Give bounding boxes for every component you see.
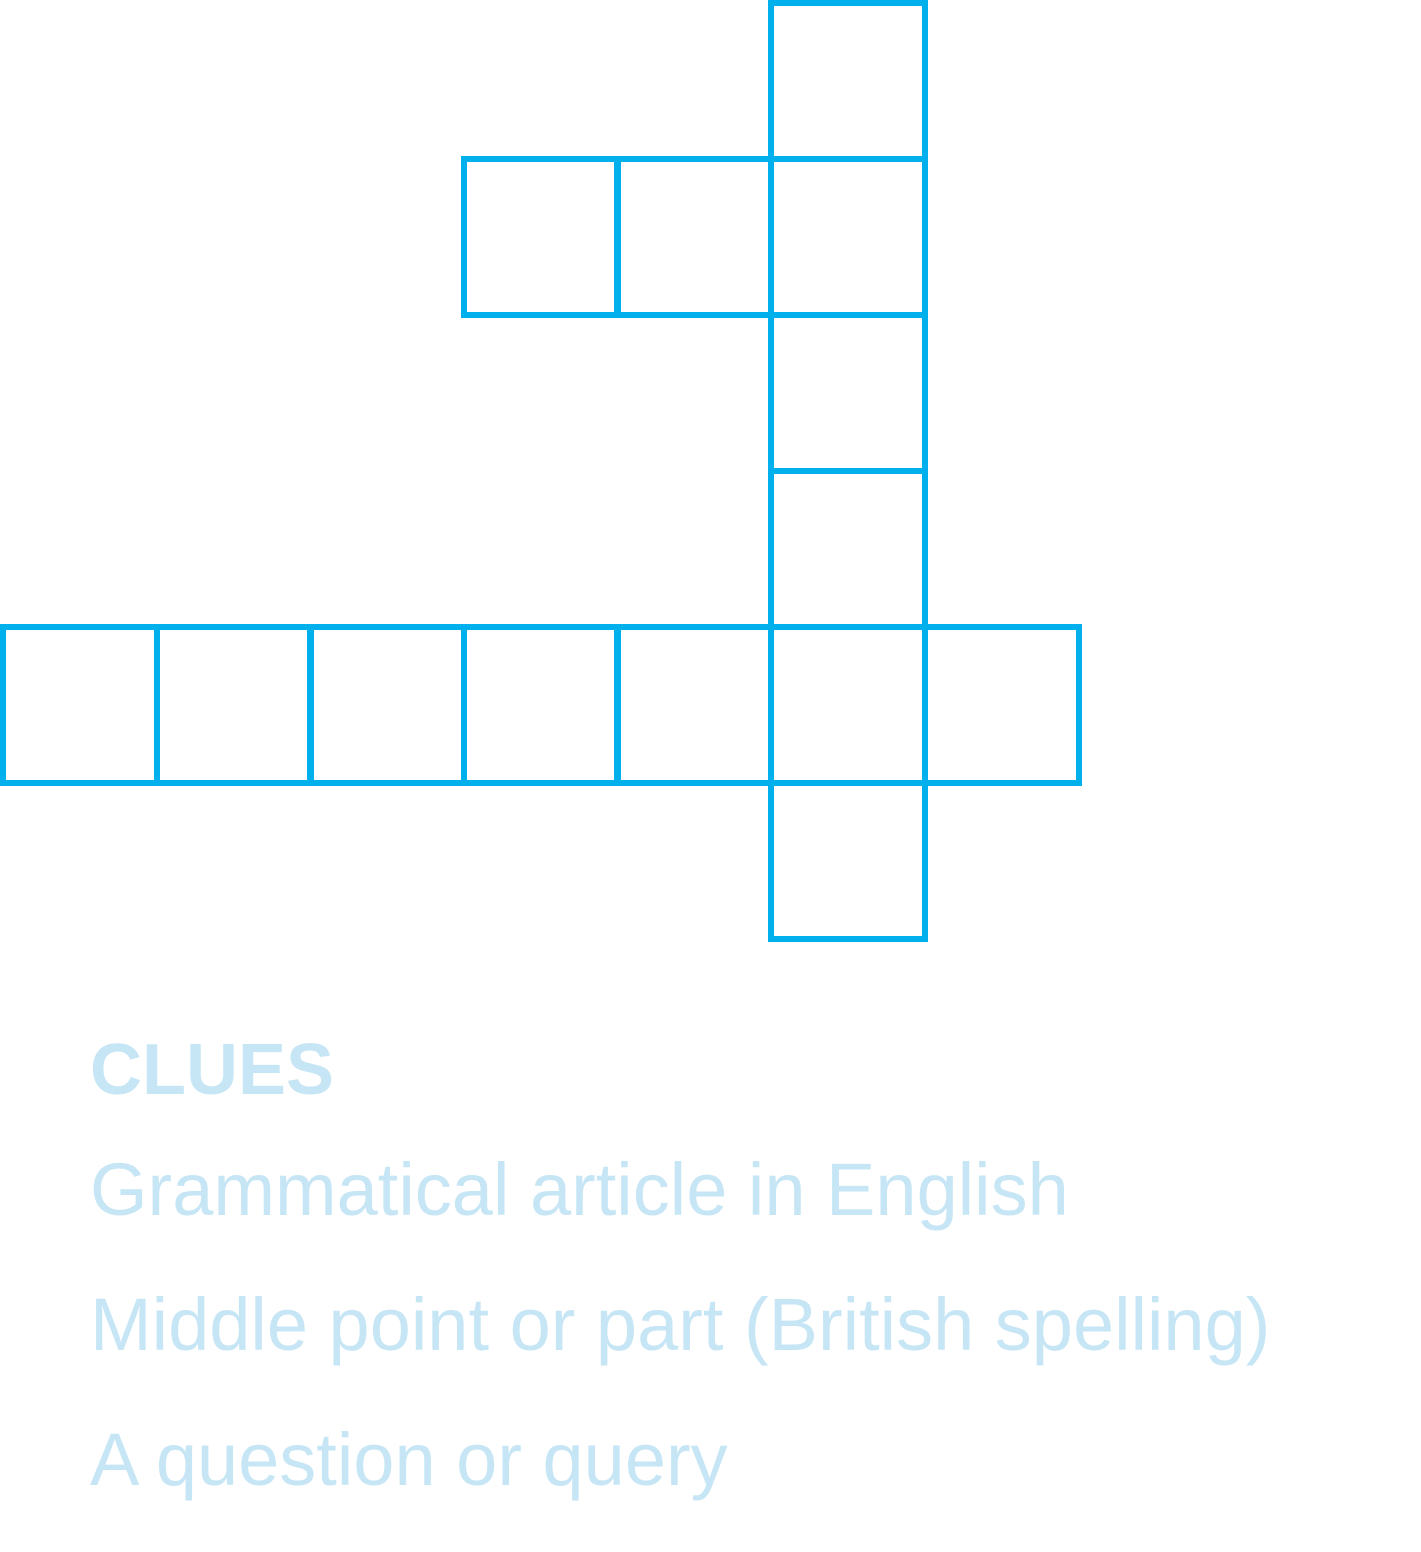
crossword-cell[interactable] xyxy=(768,780,928,942)
crossword-cell[interactable] xyxy=(768,0,928,162)
crossword-cell[interactable] xyxy=(461,156,621,318)
clue-1: Grammatical article in English xyxy=(90,1148,1069,1231)
crossword-cell[interactable] xyxy=(0,624,160,786)
clues-heading: CLUES xyxy=(90,1030,335,1110)
crossword-cell[interactable] xyxy=(768,312,928,474)
crossword-cell[interactable] xyxy=(768,468,928,630)
crossword-cell[interactable] xyxy=(768,624,928,786)
clue-2: Middle point or part (British spelling) xyxy=(90,1283,1271,1366)
clues-panel: CLUES Grammatical article in English Mid… xyxy=(90,1030,1400,1551)
crossword-cell[interactable] xyxy=(307,624,467,786)
crossword-cell[interactable] xyxy=(614,624,774,786)
crossword-cell[interactable] xyxy=(461,624,621,786)
crossword-cell[interactable] xyxy=(922,624,1082,786)
crossword-grid xyxy=(0,0,1421,950)
clue-3: A question or query xyxy=(90,1418,728,1501)
crossword-cell[interactable] xyxy=(614,156,774,318)
crossword-cell[interactable] xyxy=(768,156,928,318)
crossword-cell[interactable] xyxy=(154,624,314,786)
